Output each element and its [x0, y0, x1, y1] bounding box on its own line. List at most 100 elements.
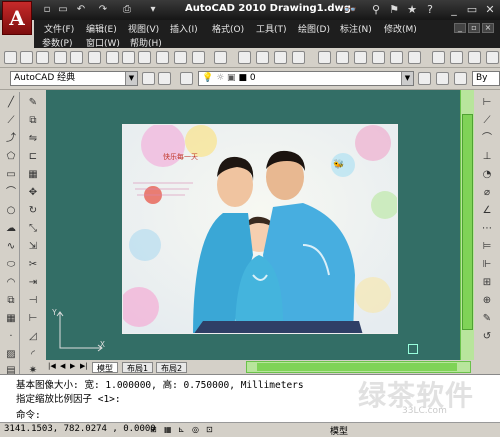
- redo-icon[interactable]: ↷: [96, 3, 110, 17]
- osnap-toggle-icon[interactable]: ⊡: [206, 425, 213, 434]
- block-editor-icon[interactable]: [174, 51, 187, 64]
- horizontal-scroll-thumb[interactable]: [257, 363, 457, 371]
- raster-image[interactable]: 快乐每一天 🐝: [122, 124, 398, 334]
- markup-icon[interactable]: [390, 51, 403, 64]
- match-properties-icon[interactable]: [156, 51, 169, 64]
- print-icon[interactable]: ⎙: [120, 3, 134, 17]
- quick-dim-icon[interactable]: ⋯: [480, 222, 494, 236]
- erase-icon[interactable]: ✎: [26, 96, 40, 110]
- move-icon[interactable]: ✥: [26, 186, 40, 200]
- paste-icon[interactable]: [138, 51, 151, 64]
- workspace-settings-icon[interactable]: [142, 72, 155, 85]
- plot-icon[interactable]: [70, 51, 83, 64]
- rectangle-icon[interactable]: ▭: [4, 168, 18, 182]
- tab-nav-prev-icon[interactable]: ◀: [60, 362, 65, 370]
- menu-insert[interactable]: 插入(I): [170, 22, 198, 35]
- dim-baseline-icon[interactable]: ⊨: [480, 240, 494, 254]
- dim-angular-icon[interactable]: ∠: [480, 204, 494, 218]
- polygon-icon[interactable]: ⬠: [4, 150, 18, 164]
- pan-icon[interactable]: [238, 51, 251, 64]
- rotate-icon[interactable]: ↻: [26, 204, 40, 218]
- doc-restore-icon[interactable]: ▫: [468, 23, 480, 33]
- menu-modify[interactable]: 修改(M): [384, 22, 417, 35]
- color-select[interactable]: By: [472, 71, 500, 86]
- help-icon[interactable]: ?: [422, 2, 438, 18]
- dim-radius-icon[interactable]: ◔: [480, 168, 494, 182]
- zoom-window-icon[interactable]: [274, 51, 287, 64]
- doc-close-icon[interactable]: ×: [482, 23, 494, 33]
- join-icon[interactable]: ⊢: [26, 312, 40, 326]
- table-style-icon[interactable]: [468, 51, 481, 64]
- polyline-icon[interactable]: ⤴: [4, 132, 18, 146]
- spline-icon[interactable]: ∿: [4, 240, 18, 254]
- tab-nav-last-icon[interactable]: ▶|: [80, 362, 88, 370]
- tab-model[interactable]: 模型: [92, 362, 118, 373]
- array-icon[interactable]: ▦: [26, 168, 40, 182]
- tolerance-icon[interactable]: ⊞: [480, 276, 494, 290]
- arc-icon[interactable]: ⌒: [4, 186, 18, 200]
- stretch-icon[interactable]: ⇲: [26, 240, 40, 254]
- print-preview-icon[interactable]: [54, 51, 67, 64]
- mirror-icon[interactable]: ⇋: [26, 132, 40, 146]
- tab-nav-first-icon[interactable]: |◀: [48, 362, 56, 370]
- construction-line-icon[interactable]: ⟋: [4, 114, 18, 128]
- dim-edit-icon[interactable]: ✎: [480, 312, 494, 326]
- zoom-previous-icon[interactable]: [292, 51, 305, 64]
- new-file-icon[interactable]: ▫: [40, 3, 54, 17]
- publish-icon[interactable]: [88, 51, 101, 64]
- hatch-icon[interactable]: ▨: [4, 348, 18, 362]
- redo-tb-icon[interactable]: [214, 51, 227, 64]
- menu-edit[interactable]: 编辑(E): [86, 22, 117, 35]
- line-icon[interactable]: ╱: [4, 96, 18, 110]
- center-mark-icon[interactable]: ⊕: [480, 294, 494, 308]
- favorites-icon[interactable]: ★: [404, 2, 420, 18]
- tab-layout2[interactable]: 布局2: [156, 362, 188, 373]
- multileader-style-icon[interactable]: [486, 51, 499, 64]
- open-icon[interactable]: [20, 51, 33, 64]
- design-center-icon[interactable]: [336, 51, 349, 64]
- point-icon[interactable]: ·: [4, 330, 18, 344]
- minimize-icon[interactable]: _: [446, 2, 462, 18]
- zoom-realtime-icon[interactable]: [256, 51, 269, 64]
- snap-toggle-icon[interactable]: ⊞: [150, 425, 157, 434]
- dropdown-icon[interactable]: ▾: [146, 3, 160, 17]
- sheet-set-icon[interactable]: [372, 51, 385, 64]
- trim-icon[interactable]: ✂: [26, 258, 40, 272]
- insert-block-icon[interactable]: ⧉: [4, 294, 18, 308]
- dim-aligned-icon[interactable]: ⟋: [480, 114, 494, 128]
- layer-previous-icon[interactable]: [436, 72, 449, 85]
- horizontal-scrollbar[interactable]: [246, 361, 471, 373]
- break-icon[interactable]: ⊣: [26, 294, 40, 308]
- menu-draw[interactable]: 绘图(D): [298, 22, 330, 35]
- communication-icon[interactable]: ⚑: [386, 2, 402, 18]
- fillet-icon[interactable]: ◜: [26, 348, 40, 362]
- dim-style-icon[interactable]: [450, 51, 463, 64]
- tab-layout1[interactable]: 布局1: [122, 362, 154, 373]
- dim-diameter-icon[interactable]: ⌀: [480, 186, 494, 200]
- extend-icon[interactable]: ⇥: [26, 276, 40, 290]
- cut-icon[interactable]: [106, 51, 119, 64]
- revision-cloud-icon[interactable]: ☁: [4, 222, 18, 236]
- ellipse-icon[interactable]: ⬭: [4, 258, 18, 272]
- undo-tb-icon[interactable]: [192, 51, 205, 64]
- make-current-icon[interactable]: [418, 72, 431, 85]
- quickcalc-icon[interactable]: [408, 51, 421, 64]
- close-icon[interactable]: ✕: [482, 2, 498, 18]
- tab-nav-next-icon[interactable]: ▶: [70, 362, 75, 370]
- binoculars-icon[interactable]: 👓: [342, 2, 358, 18]
- command-prompt[interactable]: 命令:: [16, 407, 41, 421]
- dim-ordinate-icon[interactable]: ⊥: [480, 150, 494, 164]
- vertical-scrollbar[interactable]: [460, 90, 474, 360]
- workspace-lock-icon[interactable]: [158, 72, 171, 85]
- grid-toggle-icon[interactable]: ▦: [164, 425, 172, 434]
- ortho-toggle-icon[interactable]: ⊾: [178, 425, 185, 434]
- dim-arc-icon[interactable]: ⌒: [480, 132, 494, 146]
- menu-tools[interactable]: 工具(T): [256, 22, 287, 35]
- app-menu-button[interactable]: A: [2, 1, 32, 35]
- scale-icon[interactable]: ⤡: [26, 222, 40, 236]
- restore-icon[interactable]: ▭: [464, 2, 480, 18]
- layer-state-icon[interactable]: [454, 72, 467, 85]
- menu-format[interactable]: 格式(O): [212, 22, 244, 35]
- copy-icon[interactable]: [122, 51, 135, 64]
- open-file-icon[interactable]: ▭: [56, 3, 70, 17]
